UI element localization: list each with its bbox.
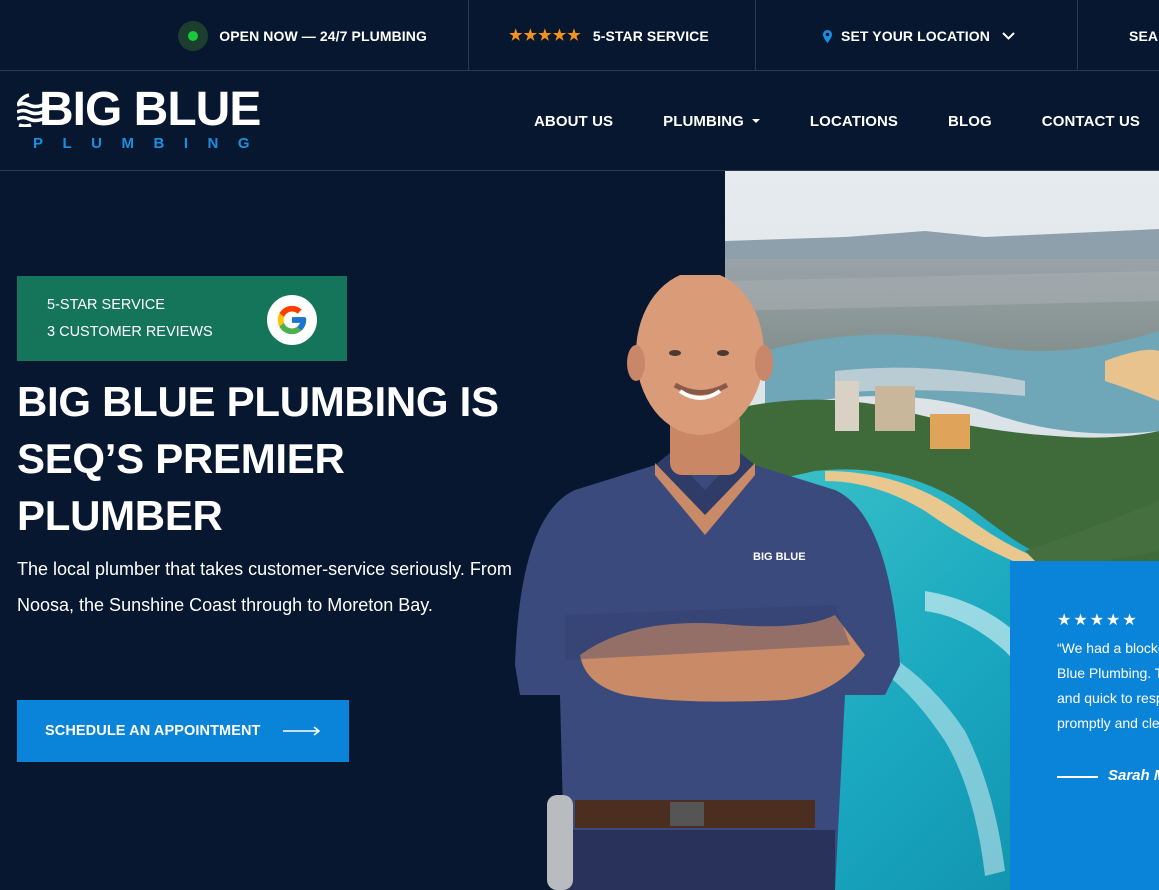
nav-contact-us[interactable]: CONTACT US	[1042, 113, 1140, 130]
chevron-down-icon	[1002, 31, 1015, 40]
star-icon: ★	[1106, 612, 1121, 629]
badge-reviews-count: 3 CUSTOMER REVIEWS	[47, 324, 213, 340]
site-logo[interactable]: BIG BLUE PLUMBING	[17, 83, 277, 154]
main-navbar: BIG BLUE PLUMBING ABOUT US PLUMBING LOCA…	[0, 71, 1159, 171]
arrow-right-icon	[282, 726, 321, 736]
star-icon: ★	[1122, 612, 1137, 629]
testimonial-stars: ★ ★ ★ ★ ★	[1057, 613, 1137, 629]
star-icon: ★	[552, 27, 567, 44]
schedule-appointment-button[interactable]: SCHEDULE AN APPOINTMENT	[17, 700, 349, 762]
testimonial-card: ★ ★ ★ ★ ★ “We had a blocked drain and ca…	[1010, 561, 1159, 890]
star-icon: ★	[1057, 612, 1072, 629]
logo-wordmark: BIG BLUE	[39, 83, 261, 136]
hero-description: The local plumber that takes customer-se…	[17, 559, 512, 615]
hero-title: BIG BLUE PLUMBING IS SEQ’S PREMIER PLUMB…	[17, 378, 499, 539]
star-icon: ★	[509, 27, 523, 44]
google-logo-icon	[267, 295, 317, 345]
testimonial-author: Sarah M.	[1108, 767, 1159, 784]
author-divider	[1057, 776, 1098, 778]
location-pin-icon	[823, 29, 832, 43]
cta-label: SCHEDULE AN APPOINTMENT	[45, 723, 261, 739]
caret-down-icon	[751, 119, 760, 123]
five-star-label: 5-STAR SERVICE	[592, 27, 709, 44]
nav-plumbing-label: PLUMBING	[663, 112, 744, 130]
shirt-logo: BIG BLUE	[753, 551, 806, 563]
plumber-photo: BIG BLUE	[515, 275, 900, 890]
google-review-badge[interactable]: 5-STAR SERVICE 3 CUSTOMER REVIEWS	[17, 276, 347, 361]
nav-plumbing[interactable]: PLUMBING	[663, 113, 760, 130]
search-label: SEARCH	[1129, 27, 1159, 44]
five-star-service: ★ ★ ★ ★ ★ 5-STAR SERVICE	[469, 0, 756, 71]
star-icon: ★	[1073, 612, 1088, 629]
logo-subtitle: PLUMBING	[33, 135, 269, 152]
star-icon: ★	[567, 27, 581, 44]
top-bar: OPEN NOW — 24/7 PLUMBING ★ ★ ★ ★ ★ 5-STA…	[0, 0, 1159, 71]
nav-locations[interactable]: LOCATIONS	[810, 113, 898, 130]
open-now-indicator: OPEN NOW — 24/7 PLUMBING	[0, 0, 469, 71]
nav-about-us[interactable]: ABOUT US	[534, 113, 613, 130]
primary-nav: ABOUT US PLUMBING LOCATIONS BLOG CONTACT…	[534, 71, 1140, 171]
badge-rating-label: 5-STAR SERVICE	[47, 297, 165, 313]
open-now-label: OPEN NOW — 24/7 PLUMBING	[219, 27, 427, 44]
set-location-dropdown[interactable]: SET YOUR LOCATION	[756, 0, 1078, 71]
star-icon: ★	[1089, 612, 1105, 629]
star-icon: ★	[523, 27, 538, 44]
testimonial-quote: “We had a blocked drain and called Big B…	[1057, 640, 1159, 731]
nav-blog[interactable]: BLOG	[948, 113, 992, 130]
open-status-icon	[178, 20, 209, 51]
rating-stars: ★ ★ ★ ★ ★	[509, 28, 581, 43]
set-location-label: SET YOUR LOCATION	[841, 27, 990, 44]
star-icon: ★	[538, 27, 552, 44]
search-link[interactable]: SEARCH	[1078, 0, 1159, 71]
